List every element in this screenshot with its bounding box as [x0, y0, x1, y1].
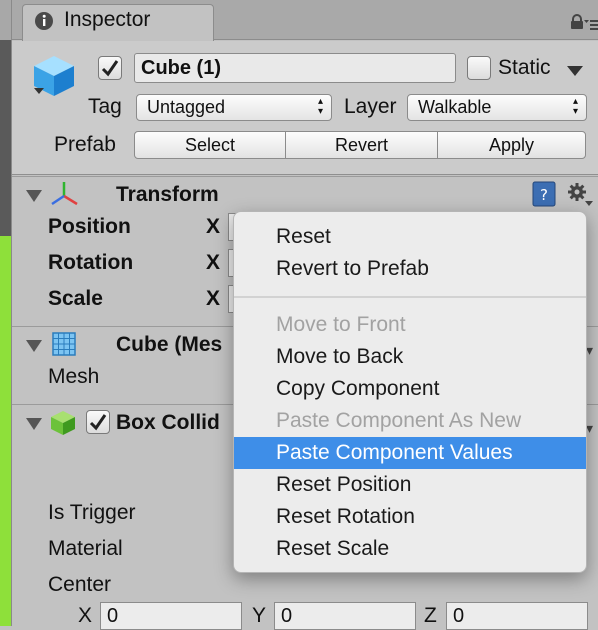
updown-arrows-icon: ▴ ▾	[317, 96, 323, 117]
layer-label: Layer	[344, 95, 397, 118]
is-trigger-label: Is Trigger	[48, 501, 136, 524]
box-collider-title: Box Collid	[116, 411, 220, 434]
mesh-grid-icon	[50, 330, 78, 363]
menu-item-move-to-back[interactable]: Move to Back	[234, 341, 586, 373]
layer-value: Walkable	[418, 97, 492, 117]
static-dropdown-arrow-icon[interactable]	[567, 63, 583, 81]
static-label: Static	[498, 56, 551, 79]
position-x-label[interactable]: X	[206, 215, 220, 239]
transform-axes-icon	[50, 180, 80, 213]
tag-label: Tag	[88, 95, 122, 118]
center-label: Center	[48, 573, 112, 596]
svg-text:?: ?	[540, 186, 548, 204]
menu-item-revert-to-prefab[interactable]: Revert to Prefab	[234, 253, 586, 285]
mesh-label: Mesh	[48, 365, 100, 388]
prefab-select-button[interactable]: Select	[134, 131, 286, 159]
layer-dropdown[interactable]: Walkable ▴ ▾	[407, 94, 587, 121]
menu-item-move-to-front: Move to Front	[276, 313, 406, 336]
center-z-label[interactable]: Z	[424, 604, 437, 628]
transform-foldout-icon[interactable]	[26, 190, 42, 202]
tab-menu-icon[interactable]	[584, 18, 598, 36]
material-label: Material	[48, 537, 123, 560]
gear-icon[interactable]	[567, 182, 593, 211]
transform-title: Transform	[116, 183, 219, 206]
updown-arrows-icon: ▴ ▾	[572, 96, 578, 117]
prefab-label: Prefab	[54, 133, 116, 156]
mesh-filter-foldout-icon[interactable]	[26, 340, 42, 352]
info-icon	[34, 11, 54, 36]
scale-label: Scale	[48, 287, 103, 310]
lock-icon[interactable]	[570, 14, 584, 35]
center-y-label[interactable]: Y	[252, 604, 266, 628]
help-book-icon[interactable]: ?	[532, 181, 556, 212]
mesh-filter-menu-arrow-icon[interactable]: ▾	[586, 342, 593, 359]
box-collider-menu-arrow-icon[interactable]: ▾	[586, 420, 593, 437]
menu-item-reset[interactable]: Reset	[234, 221, 586, 253]
menu-item-paste-component-as-new: Paste Component As New	[276, 409, 522, 432]
tab-title: Inspector	[64, 8, 151, 31]
position-label: Position	[48, 215, 131, 238]
prefab-revert-button[interactable]: Revert	[285, 131, 438, 159]
static-checkbox[interactable]	[467, 56, 491, 80]
rotation-x-label[interactable]: X	[206, 251, 220, 275]
object-name-field[interactable]: Cube (1)	[134, 53, 456, 83]
box-collider-enabled-checkbox[interactable]	[86, 410, 110, 434]
collider-cube-icon	[48, 408, 78, 443]
active-checkbox[interactable]	[98, 56, 122, 80]
component-context-menu: Reset Revert to Prefab Move to Front Mov…	[233, 211, 587, 573]
menu-item-reset-scale[interactable]: Reset Scale	[234, 533, 586, 565]
box-collider-foldout-icon[interactable]	[26, 418, 42, 430]
tag-value: Untagged	[147, 97, 226, 117]
scene-view-green-area	[0, 236, 11, 626]
menu-item-paste-component-values[interactable]: Paste Component Values	[234, 437, 586, 469]
menu-item-reset-rotation[interactable]: Reset Rotation	[234, 501, 586, 533]
object-name-text: Cube (1)	[141, 56, 221, 79]
center-x-value: 0	[107, 604, 119, 627]
menu-item-copy-component[interactable]: Copy Component	[234, 373, 586, 405]
menu-separator	[234, 296, 586, 298]
mesh-filter-title: Cube (Mes	[116, 333, 223, 356]
scene-view-dark-area	[0, 40, 11, 236]
tag-dropdown[interactable]: Untagged ▴ ▾	[136, 94, 332, 121]
center-x-label[interactable]: X	[78, 604, 92, 628]
menu-item-reset-position[interactable]: Reset Position	[234, 469, 586, 501]
prefab-apply-button[interactable]: Apply	[437, 131, 586, 159]
rotation-label: Rotation	[48, 251, 134, 274]
center-y-value: 0	[281, 604, 293, 627]
cube-icon	[28, 52, 80, 103]
center-z-value: 0	[453, 604, 465, 627]
scale-x-label[interactable]: X	[206, 287, 220, 311]
